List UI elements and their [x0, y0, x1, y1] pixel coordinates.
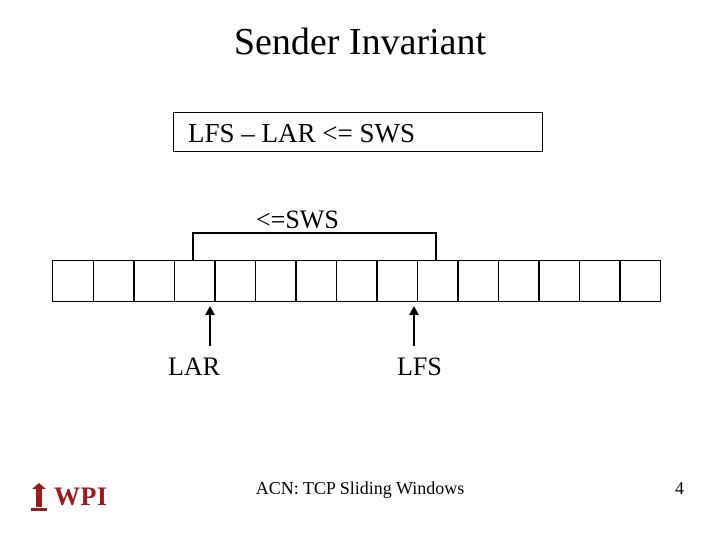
frame-cell	[376, 260, 418, 302]
lar-pointer-label: LAR	[168, 352, 220, 382]
wpi-logo-text: WPI	[54, 482, 108, 512]
wpi-logo: WPI	[28, 482, 108, 512]
frame-cell	[133, 260, 175, 302]
frame-cell	[93, 260, 135, 302]
invariant-formula-box: LFS – LAR <= SWS	[173, 112, 543, 152]
wpi-tower-icon	[28, 483, 50, 511]
frame-cell	[417, 260, 459, 302]
frame-cell	[538, 260, 580, 302]
lfs-pointer-label: LFS	[397, 352, 442, 382]
slide-title: Sender Invariant	[0, 20, 720, 64]
frame-cell	[52, 260, 94, 302]
footer-caption: ACN: TCP Sliding Windows	[0, 478, 720, 499]
window-bracket	[192, 232, 437, 260]
window-size-label: <=SWS	[256, 205, 339, 235]
frame-cell	[174, 260, 216, 302]
frame-cell	[336, 260, 378, 302]
invariant-formula-text: LFS – LAR <= SWS	[188, 118, 415, 148]
frame-sequence-row	[52, 260, 661, 302]
frame-cell	[579, 260, 621, 302]
frame-cell	[619, 260, 661, 302]
frame-cell	[295, 260, 337, 302]
lfs-pointer-arrow	[413, 308, 415, 346]
frame-cell	[255, 260, 297, 302]
frame-cell	[457, 260, 499, 302]
frame-cell	[214, 260, 256, 302]
frame-cell	[498, 260, 540, 302]
lar-pointer-arrow	[209, 308, 211, 346]
slide-number: 4	[675, 478, 684, 499]
